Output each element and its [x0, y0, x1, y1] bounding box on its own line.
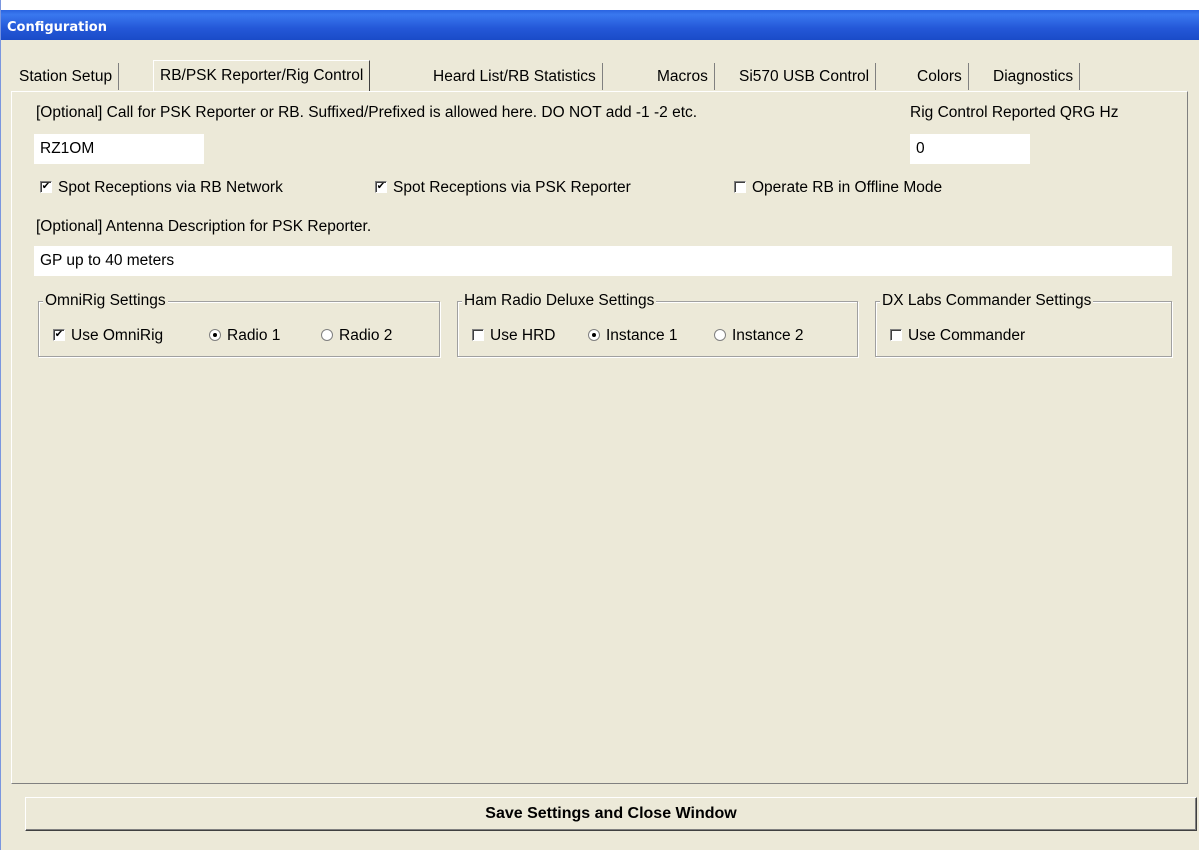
tab-rb-psk-rig-control[interactable]: RB/PSK Reporter/Rig Control — [153, 60, 371, 91]
radio2-label: Radio 2 — [339, 327, 393, 344]
instance1-radio-icon[interactable] — [588, 329, 600, 341]
antenna-input[interactable]: GP up to 40 meters — [34, 246, 1172, 276]
hrd-instance2-option[interactable]: Instance 2 — [714, 326, 804, 346]
call-label: [Optional] Call for PSK Reporter or RB. … — [36, 104, 698, 121]
tab-diagnostics[interactable]: Diagnostics — [987, 63, 1081, 90]
tab-heard-list[interactable]: Heard List/RB Statistics — [427, 63, 603, 90]
spot-rb-label: Spot Receptions via RB Network — [58, 179, 283, 196]
radio2-radio-icon[interactable] — [321, 329, 333, 341]
spot-psk-checkbox[interactable]: Spot Receptions via PSK Reporter — [375, 178, 631, 198]
hrd-legend: Ham Radio Deluxe Settings — [462, 292, 657, 310]
instance2-label: Instance 2 — [732, 327, 804, 344]
use-commander-check-icon[interactable] — [890, 329, 902, 341]
spot-rb-check-icon[interactable] — [40, 181, 52, 193]
configuration-window: Configuration Station Setup RB/PSK Repor… — [0, 0, 1199, 850]
use-commander-label: Use Commander — [908, 327, 1026, 344]
use-omnirig-check-icon[interactable] — [53, 329, 65, 341]
spot-rb-checkbox[interactable]: Spot Receptions via RB Network — [40, 178, 283, 198]
window-title: Configuration — [7, 20, 107, 35]
use-commander-checkbox[interactable]: Use Commander — [890, 326, 1025, 346]
tab-macros[interactable]: Macros — [651, 63, 715, 90]
qrg-label: Rig Control Reported QRG Hz — [910, 104, 1119, 121]
omnirig-legend: OmniRig Settings — [43, 292, 168, 310]
omnirig-radio2-option[interactable]: Radio 2 — [321, 326, 392, 346]
use-hrd-check-icon[interactable] — [472, 329, 484, 341]
offline-mode-checkbox[interactable]: Operate RB in Offline Mode — [734, 178, 942, 198]
radio1-label: Radio 1 — [227, 327, 281, 344]
omnirig-group: OmniRig Settings Use OmniRig Radio 1 Rad… — [38, 292, 440, 357]
omnirig-radio1-option[interactable]: Radio 1 — [209, 326, 280, 346]
antenna-label: [Optional] Antenna Description for PSK R… — [36, 218, 372, 235]
commander-group: DX Labs Commander Settings Use Commander — [875, 292, 1172, 357]
instance2-radio-icon[interactable] — [714, 329, 726, 341]
hrd-group: Ham Radio Deluxe Settings Use HRD Instan… — [457, 292, 858, 357]
use-hrd-label: Use HRD — [490, 327, 556, 344]
use-omnirig-label: Use OmniRig — [71, 327, 164, 344]
save-and-close-button[interactable]: Save Settings and Close Window — [25, 797, 1197, 831]
spot-psk-check-icon[interactable] — [375, 181, 387, 193]
spot-psk-label: Spot Receptions via PSK Reporter — [393, 179, 631, 196]
qrg-input[interactable]: 0 — [910, 134, 1030, 164]
hrd-instance1-option[interactable]: Instance 1 — [588, 326, 678, 346]
instance1-label: Instance 1 — [606, 327, 678, 344]
offline-mode-label: Operate RB in Offline Mode — [752, 179, 943, 196]
title-bar[interactable]: Configuration — [1, 0, 1199, 40]
use-hrd-checkbox[interactable]: Use HRD — [472, 326, 555, 346]
tab-station-setup[interactable]: Station Setup — [13, 63, 120, 90]
radio1-radio-icon[interactable] — [209, 329, 221, 341]
use-omnirig-checkbox[interactable]: Use OmniRig — [53, 326, 163, 346]
offline-mode-check-icon[interactable] — [734, 181, 746, 193]
tab-colors[interactable]: Colors — [911, 63, 969, 90]
commander-legend: DX Labs Commander Settings — [880, 292, 1094, 310]
tab-panel: [Optional] Call for PSK Reporter or RB. … — [11, 91, 1188, 784]
tab-si570-usb-control[interactable]: Si570 USB Control — [733, 63, 877, 90]
call-input[interactable]: RZ1OM — [34, 134, 204, 164]
